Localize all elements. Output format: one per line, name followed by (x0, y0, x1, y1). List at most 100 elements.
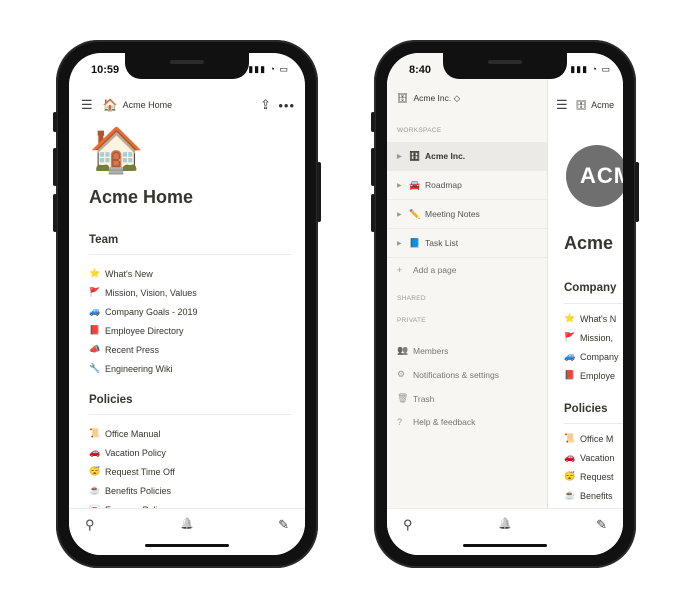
list-item-label: Mission, Vision, Values (105, 287, 197, 298)
sleepy-face-icon: 😴 (564, 471, 576, 481)
trash-button[interactable]: 🗑 Trash (397, 393, 434, 404)
help-icon: ? (397, 417, 403, 427)
list-item-label: Company (580, 351, 619, 362)
list-item-label: What's New (105, 268, 153, 279)
list-item[interactable]: 📕 Employee Directory (89, 321, 291, 340)
sidebar-item-task-list[interactable]: ▶ 📘 Task List (387, 229, 547, 258)
notifications-settings-button[interactable]: ⚙ Notifications & settings (397, 369, 499, 380)
list-item[interactable]: 📣 Recent Press (89, 340, 291, 359)
list-item-label: Benefits (580, 490, 613, 501)
list-item[interactable]: 📜 Office Manual (89, 424, 291, 443)
top-bar: ☰ 🗄 Acme (556, 97, 614, 113)
compose-icon[interactable]: ✎ (278, 517, 289, 533)
trash-icon: 🗑 (397, 393, 409, 403)
menu-icon[interactable]: ☰ (81, 97, 93, 113)
expand-triangle-icon[interactable]: ▶ (397, 182, 409, 189)
sidebar-item-label: Acme Inc. (425, 151, 466, 161)
list-item[interactable]: ⭐ What's New (89, 264, 291, 283)
volume-down-button (371, 194, 375, 232)
coffee-icon: ☕ (564, 490, 576, 500)
car-icon: 🚙 (89, 306, 101, 316)
list-item[interactable]: 📕 Employe (564, 366, 619, 385)
gear-icon: ⚙ (397, 369, 406, 379)
speaker (170, 60, 204, 64)
expand-triangle-icon[interactable]: ▶ (397, 211, 409, 218)
screen: 8:40 🗄 Acme Inc. ◇ WORKSPACE ▶ 🗄 Acme In… (387, 53, 623, 555)
search-icon[interactable]: ⚲ (403, 517, 413, 533)
list-item[interactable]: ☕ Benefits Policies (89, 481, 291, 500)
list-item[interactable]: 🚙 Company (564, 347, 619, 366)
power-button (635, 162, 639, 222)
section-title-company: Company (564, 282, 617, 294)
list-item-label: Office M (580, 433, 614, 444)
page-house-icon: 🏠 (89, 126, 144, 175)
top-bar: ☰ 🏠 Acme Home ⇪ ••• (69, 93, 305, 117)
section-label-shared: SHARED (397, 295, 426, 302)
car-icon: 🚘 (409, 179, 421, 190)
menu-icon[interactable]: ☰ (556, 97, 568, 113)
car-icon: 🚙 (564, 351, 576, 361)
flag-icon: 🚩 (564, 332, 576, 342)
list-item-label: Employee Directory (105, 325, 184, 336)
more-icon[interactable]: ••• (278, 98, 295, 113)
list-item[interactable]: 🚩 Mission, Vision, Values (89, 283, 291, 302)
volume-down-button (53, 194, 57, 232)
policies-list: 📜 Office M 🚗 Vacation 😴 Request ☕ Benefits (564, 429, 614, 505)
speaker (488, 60, 522, 64)
screen: 10:59 ▮▮▮ ◔ ▭ ☰ 🏠 Acme Home ⇪ ••• 🏠 Acme… (69, 53, 305, 555)
list-item[interactable]: 🚗 Vacation (564, 448, 614, 467)
blue-book-icon: 📘 (409, 237, 421, 248)
phone-sidebar-open: 8:40 🗄 Acme Inc. ◇ WORKSPACE ▶ 🗄 Acme In… (371, 40, 639, 568)
status-time: 8:40 (409, 64, 432, 76)
members-label: Members (413, 345, 449, 356)
page-peek[interactable]: ▮▮▮ ◔ ▭ ☰ 🗄 Acme ACM Acme Company ⭐ What'… (548, 53, 623, 555)
workspace-switcher[interactable]: 🗄 Acme Inc. ◇ (397, 93, 460, 104)
members-button[interactable]: 👥 Members (397, 345, 448, 356)
home-indicator[interactable] (145, 544, 229, 547)
star-icon: ⭐ (564, 313, 576, 323)
list-item[interactable]: 😴 Request Time Off (89, 462, 291, 481)
breadcrumb-title[interactable]: Acme (591, 100, 614, 110)
bell-icon[interactable]: 🔔 (180, 517, 194, 530)
breadcrumb-title[interactable]: Acme Home (123, 100, 173, 110)
sidebar-item-meeting-notes[interactable]: ▶ ✏️ Meeting Notes (387, 200, 547, 229)
list-item-label: Office Manual (105, 428, 161, 439)
expand-triangle-icon[interactable]: ▶ (397, 153, 409, 160)
car-icon: 🚗 (89, 447, 101, 457)
workspace-name: Acme Inc. ◇ (413, 93, 461, 103)
search-icon[interactable]: ⚲ (85, 517, 95, 533)
list-item-label: Request Time Off (105, 466, 175, 477)
sidebar-item-roadmap[interactable]: ▶ 🚘 Roadmap (387, 171, 547, 200)
share-icon[interactable]: ⇪ (260, 97, 271, 113)
list-item-label: Recent Press (105, 344, 160, 355)
members-icon: 👥 (397, 345, 409, 355)
megaphone-icon: 📣 (89, 344, 101, 354)
list-item[interactable]: ⭐ What's N (564, 309, 619, 328)
home-indicator[interactable] (463, 544, 547, 547)
list-item[interactable]: 🚗 Vacation Policy (89, 443, 291, 462)
acme-logo: ACM (566, 145, 623, 207)
list-item[interactable]: ☕ Benefits (564, 486, 614, 505)
compose-icon[interactable]: ✎ (596, 517, 607, 533)
cabinet-icon: 🗄 (409, 150, 421, 161)
bell-icon[interactable]: 🔔 (498, 517, 512, 530)
list-item[interactable]: 🚙 Company Goals - 2019 (89, 302, 291, 321)
help-feedback-button[interactable]: ? Help & feedback (397, 417, 475, 427)
sidebar-item-acme-inc[interactable]: ▶ 🗄 Acme Inc. (387, 142, 547, 171)
add-page-button[interactable]: + Add a page (397, 265, 456, 275)
list-item[interactable]: 🔧 Engineering Wiki (89, 359, 291, 378)
volume-up-button (371, 148, 375, 186)
bottom-bar: ⚲ 🔔 ✎ (69, 508, 305, 555)
notch (125, 53, 249, 79)
list-item[interactable]: 🚩 Mission, (564, 328, 619, 347)
list-item[interactable]: 📜 Office M (564, 429, 614, 448)
expand-triangle-icon[interactable]: ▶ (397, 240, 409, 247)
list-item-label: Company Goals - 2019 (105, 306, 198, 317)
book-icon: 📕 (564, 370, 576, 380)
book-icon: 📕 (89, 325, 101, 335)
bottom-bar: ⚲ 🔔 ✎ (387, 508, 623, 555)
list-item[interactable]: 😴 Request (564, 467, 614, 486)
star-icon: ⭐ (89, 268, 101, 278)
sleepy-face-icon: 😴 (89, 466, 101, 476)
list-item-label: What's N (580, 313, 617, 324)
